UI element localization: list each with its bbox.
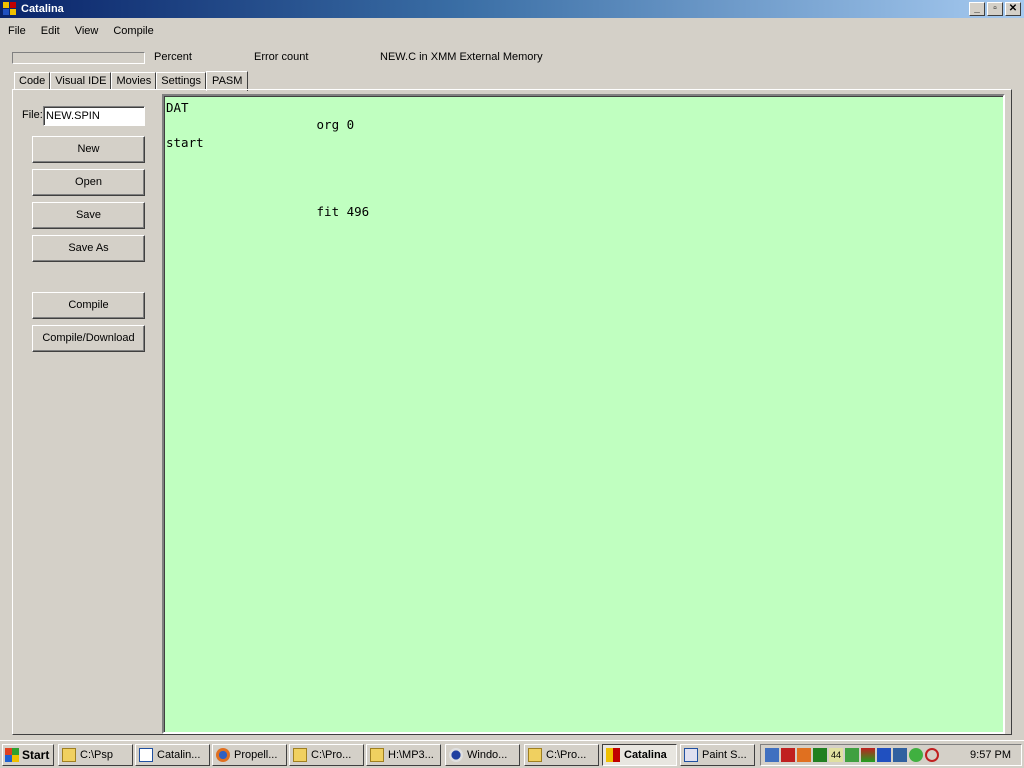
taskbar-item-label: Windo... <box>467 749 508 761</box>
window-title: Catalina <box>21 3 64 15</box>
progress-bar <box>12 52 145 64</box>
network-icon[interactable] <box>765 748 779 762</box>
folder-icon <box>370 748 384 762</box>
green-icon[interactable] <box>813 748 827 762</box>
taskbar-item-label: Catalin... <box>157 749 201 761</box>
paint-icon <box>684 748 698 762</box>
media-player-icon <box>449 748 463 762</box>
tab-visual-ide[interactable]: Visual IDE <box>50 72 112 90</box>
minimize-button[interactable]: _ <box>969 2 985 16</box>
maximize-button[interactable]: ▫ <box>987 2 1003 16</box>
error-count-label: Error count <box>254 51 309 63</box>
taskbar-item[interactable]: C:\Pro... <box>289 744 364 766</box>
menu-compile[interactable]: Compile <box>106 25 160 37</box>
tab-strip: Code Visual IDE Movies Settings PASM <box>14 70 249 91</box>
media-icon[interactable] <box>877 748 891 762</box>
gauge-icon[interactable]: 44 <box>829 748 843 762</box>
status-row: Percent Error count NEW.C in XMM Externa… <box>0 50 1024 66</box>
title-bar: Catalina _ ▫ ✕ <box>0 0 1024 18</box>
compile-button[interactable]: Compile <box>32 292 145 319</box>
taskbar-item[interactable]: C:\Pro... <box>524 744 599 766</box>
close-button[interactable]: ✕ <box>1005 2 1021 16</box>
firefox-icon <box>216 748 230 762</box>
windows-logo-icon <box>5 748 19 762</box>
start-label: Start <box>22 748 50 762</box>
taskbar-item[interactable]: Paint S... <box>680 744 755 766</box>
app-icon <box>606 748 620 762</box>
file-label: File: <box>22 109 43 121</box>
file-name-input[interactable] <box>43 106 145 126</box>
ps-icon[interactable] <box>797 748 811 762</box>
percent-label: Percent <box>154 51 192 63</box>
menu-edit[interactable]: Edit <box>34 25 67 37</box>
taskbar: Start C:\Psp Catalin... Propell... C:\Pr… <box>0 740 1024 768</box>
vb-icon <box>139 748 153 762</box>
security-check-icon[interactable] <box>909 748 923 762</box>
tab-pasm[interactable]: PASM <box>206 71 249 91</box>
taskbar-item[interactable]: H:\MP3... <box>366 744 441 766</box>
taskbar-item-active[interactable]: Catalina <box>602 744 677 766</box>
taskbar-item-label: Propell... <box>234 749 278 761</box>
blocked-icon[interactable] <box>925 748 939 762</box>
tab-movies[interactable]: Movies <box>111 72 157 90</box>
code-editor[interactable]: DAT org 0 start fit 496 <box>162 94 1005 734</box>
system-tray: 44 9:57 PM <box>760 744 1022 766</box>
new-button[interactable]: New <box>32 136 145 163</box>
menu-view[interactable]: View <box>68 25 106 37</box>
taskbar-item-label: Catalina <box>624 749 667 761</box>
taskbar-item[interactable]: Windo... <box>445 744 520 766</box>
compile-download-button[interactable]: Compile/Download <box>32 325 145 352</box>
clock: 9:57 PM <box>970 749 1011 761</box>
taskbar-item[interactable]: Propell... <box>212 744 287 766</box>
taskbar-item-label: C:\Psp <box>80 749 114 761</box>
open-button[interactable]: Open <box>32 169 145 196</box>
save-as-button[interactable]: Save As <box>32 235 145 262</box>
taskbar-item-label: Paint S... <box>702 749 747 761</box>
folder-icon <box>293 748 307 762</box>
mode-status-text: NEW.C in XMM External Memory <box>380 51 543 63</box>
taskbar-item-label: C:\Pro... <box>311 749 352 761</box>
taskbar-item[interactable]: C:\Psp <box>58 744 133 766</box>
app-icon <box>3 2 17 16</box>
menu-bar: File Edit View Compile <box>0 20 161 42</box>
tab-code[interactable]: Code <box>14 72 51 90</box>
acrobat-icon[interactable] <box>781 748 795 762</box>
tab-settings[interactable]: Settings <box>156 72 207 90</box>
taskbar-item-label: H:\MP3... <box>388 749 434 761</box>
folder-icon <box>528 748 542 762</box>
taskbar-item-label: C:\Pro... <box>546 749 587 761</box>
save-button[interactable]: Save <box>32 202 145 229</box>
taskbar-item[interactable]: Catalin... <box>135 744 210 766</box>
meter-icon[interactable] <box>861 748 875 762</box>
start-button[interactable]: Start <box>2 744 54 766</box>
folder-icon <box>62 748 76 762</box>
menu-file[interactable]: File <box>1 25 33 37</box>
display-icon[interactable] <box>893 748 907 762</box>
connection-icon[interactable] <box>845 748 859 762</box>
